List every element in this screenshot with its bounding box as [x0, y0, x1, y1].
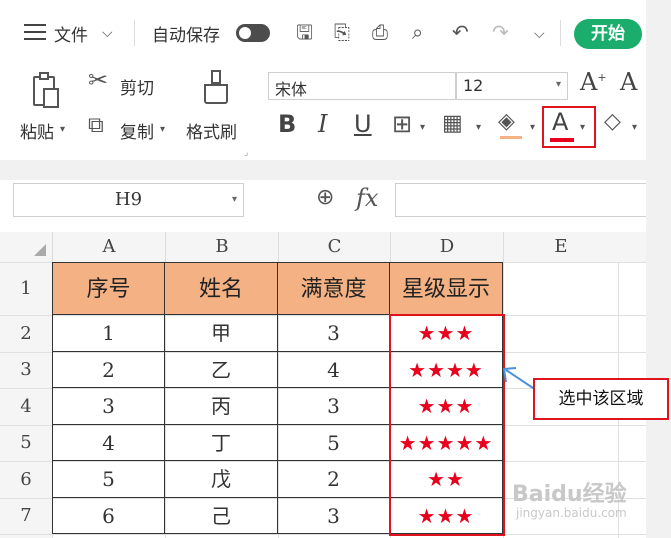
- name-box[interactable]: H9 ▾: [13, 183, 244, 217]
- paste-dropdown-icon[interactable]: ▾: [60, 118, 65, 142]
- divider: [560, 20, 561, 46]
- table-cell-name[interactable]: 乙: [165, 352, 278, 388]
- autosave-toggle[interactable]: [236, 24, 270, 42]
- row-header-4[interactable]: 4: [0, 388, 52, 425]
- select-all-corner[interactable]: [0, 232, 52, 262]
- table-cell-name[interactable]: 戊: [165, 461, 278, 498]
- table-header-cell[interactable]: 姓名: [165, 262, 278, 315]
- row-header-2[interactable]: 2: [0, 315, 52, 352]
- table-cell-name[interactable]: 丙: [165, 388, 278, 425]
- paste-button[interactable]: 粘贴: [20, 118, 54, 143]
- gridline: [0, 534, 646, 535]
- export-icon[interactable]: ⎘: [334, 20, 350, 44]
- format-painter-icon[interactable]: [202, 70, 230, 110]
- row-header-5[interactable]: 5: [0, 425, 52, 461]
- format-painter-button[interactable]: 格式刷: [186, 118, 237, 143]
- table-cell-name[interactable]: 己: [165, 498, 278, 534]
- font-family-select[interactable]: 宋体: [268, 72, 456, 100]
- cut-button[interactable]: 剪切: [120, 74, 154, 99]
- table-cell-no[interactable]: 4: [52, 425, 165, 461]
- table-cell-no[interactable]: 2: [52, 352, 165, 388]
- table-header-cell[interactable]: 星级显示: [390, 262, 503, 315]
- column-header-B[interactable]: B: [165, 232, 278, 262]
- font-family-value: 宋体: [275, 80, 308, 99]
- clear-dropdown-icon[interactable]: ▾: [632, 116, 637, 140]
- paste-icon[interactable]: [30, 72, 60, 110]
- border-dropdown-icon[interactable]: ▾: [420, 116, 425, 140]
- print-preview-icon[interactable]: ⌕: [412, 20, 423, 44]
- font-color-dropdown-icon[interactable]: ▾: [580, 116, 585, 140]
- table-cell-score[interactable]: 3: [278, 498, 390, 534]
- font-size-select[interactable]: 12 ▾: [456, 72, 568, 100]
- chevron-down-icon[interactable]: ⌵: [102, 21, 113, 45]
- watermark-brand: Baidu经验: [512, 482, 627, 507]
- border-icon[interactable]: ⊞: [392, 112, 412, 136]
- ribbon: 粘贴 ▾ ✂ 剪切 ⧉ 复制 ▾ 格式刷 ⌟ 宋体 12 ▾ A+ A B I …: [0, 60, 646, 160]
- ribbon-separator: [0, 160, 671, 180]
- table-cell-score[interactable]: 5: [278, 425, 390, 461]
- table-cell-no[interactable]: 6: [52, 498, 165, 534]
- chevron-down-icon: ▾: [555, 79, 561, 90]
- row-header-3[interactable]: 3: [0, 352, 52, 388]
- selected-range-highlight: [389, 314, 505, 536]
- chevron-down-icon: ▾: [231, 194, 237, 205]
- fill-color-icon[interactable]: ◈: [498, 110, 515, 134]
- column-header-A[interactable]: A: [52, 232, 165, 262]
- italic-icon[interactable]: I: [318, 110, 327, 138]
- autosave-label: 自动保存: [152, 26, 220, 46]
- underline-icon[interactable]: U: [354, 110, 372, 138]
- copy-icon[interactable]: ⧉: [88, 114, 104, 138]
- copy-button[interactable]: 复制: [120, 118, 154, 143]
- quick-access-toolbar: 文件 ⌵ 自动保存 🖫 ⎘ ⎙ ⌕ ↶ ↷ ⌵ 开始: [0, 0, 671, 60]
- merge-cells-icon[interactable]: ▦: [442, 112, 463, 136]
- callout-label: 选中该区域: [533, 378, 669, 420]
- table-cell-no[interactable]: 5: [52, 461, 165, 498]
- table-cell-no[interactable]: 1: [52, 315, 165, 352]
- undo-icon[interactable]: ↶: [452, 20, 469, 44]
- table-cell-name[interactable]: 甲: [165, 315, 278, 352]
- more-dropdown-icon[interactable]: ⌵: [534, 22, 545, 46]
- formula-input[interactable]: [395, 183, 646, 217]
- redo-icon[interactable]: ↷: [492, 20, 509, 44]
- window-edge: [646, 0, 671, 538]
- zoom-search-icon[interactable]: ⊕: [316, 186, 334, 210]
- file-menu[interactable]: 文件: [54, 21, 88, 46]
- fill-dropdown-icon[interactable]: ▾: [530, 116, 535, 140]
- table-cell-score[interactable]: 3: [278, 388, 390, 425]
- bold-icon[interactable]: B: [278, 110, 296, 138]
- copy-dropdown-icon[interactable]: ▾: [160, 118, 165, 142]
- fx-button[interactable]: fx: [356, 184, 378, 212]
- watermark-url: jingyan.baidu.com: [516, 506, 627, 520]
- table-cell-no[interactable]: 3: [52, 388, 165, 425]
- row-header-7[interactable]: 7: [0, 498, 52, 534]
- table-cell-score[interactable]: 3: [278, 315, 390, 352]
- font-color-swatch: [550, 138, 574, 142]
- tab-start[interactable]: 开始: [574, 19, 642, 49]
- row-header-6[interactable]: 6: [0, 461, 52, 498]
- column-header-C[interactable]: C: [278, 232, 390, 262]
- cell-reference: H9: [114, 189, 143, 210]
- hamburger-icon[interactable]: [24, 22, 46, 40]
- increase-font-icon[interactable]: A+: [580, 68, 607, 96]
- column-header-E[interactable]: E: [503, 232, 618, 262]
- row-header-1[interactable]: 1: [0, 262, 52, 315]
- dialog-launcher-icon[interactable]: ⌟: [244, 148, 248, 158]
- eraser-icon[interactable]: ◇: [604, 110, 621, 134]
- divider: [134, 20, 135, 46]
- print-icon[interactable]: ⎙: [372, 20, 388, 44]
- save-icon[interactable]: 🖫: [296, 20, 313, 44]
- scissors-icon[interactable]: ✂: [88, 68, 108, 92]
- fill-color-swatch: [500, 136, 522, 139]
- merge-dropdown-icon[interactable]: ▾: [476, 116, 481, 140]
- table-header-cell[interactable]: 满意度: [278, 262, 390, 315]
- table-cell-name[interactable]: 丁: [165, 425, 278, 461]
- decrease-font-icon[interactable]: A: [620, 68, 637, 96]
- table-cell-score[interactable]: 2: [278, 461, 390, 498]
- table-cell-score[interactable]: 4: [278, 352, 390, 388]
- column-header-D[interactable]: D: [390, 232, 503, 262]
- table-header-cell[interactable]: 序号: [52, 262, 165, 315]
- font-color-icon[interactable]: A: [552, 108, 568, 136]
- font-size-value: 12: [463, 76, 484, 95]
